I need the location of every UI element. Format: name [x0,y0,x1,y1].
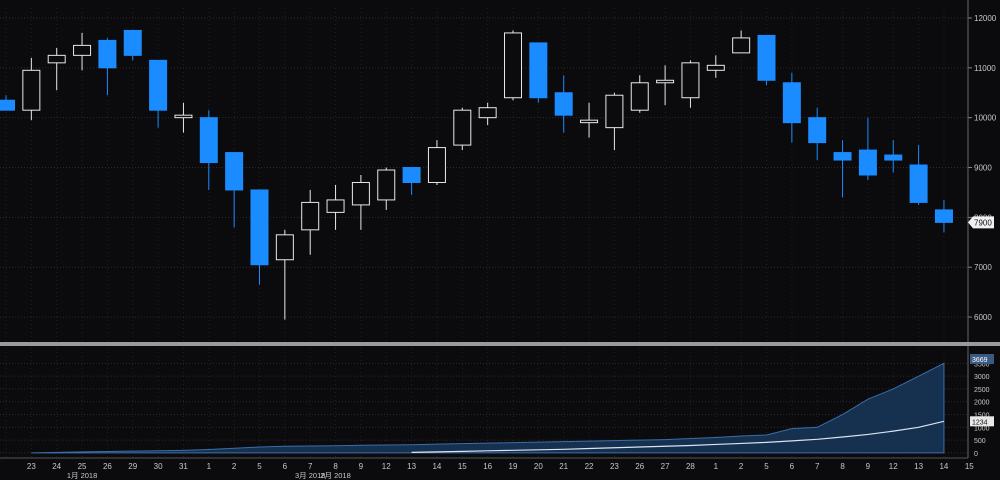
candle-body [858,149,877,176]
last-price-label: 7900 [974,218,992,227]
x-axis-tick-label: 7 [815,462,820,471]
price-axis-tick-label: 11000 [974,64,996,73]
price-axis-tick-label: 7000 [974,263,992,272]
x-axis-tick-label: 2 [232,462,237,471]
x-axis-tick-label: 2 [739,462,744,471]
x-axis-tick-label: 12 [889,462,898,471]
x-axis-tick-label: 7 [308,462,313,471]
candle-body [706,64,725,71]
x-axis-month-label: 1月 2018 [67,471,97,480]
candle-body [47,54,66,64]
candle-body [504,32,522,99]
volume-axis-tick-label: 2000 [974,400,990,407]
x-axis-tick-label: 16 [483,462,492,471]
x-axis-tick-label: 13 [407,462,416,471]
x-axis-tick-label: 14 [939,462,948,471]
candle-body [934,209,953,223]
x-axis-tick-label: 5 [257,462,262,471]
x-axis-tick-label: 26 [103,462,112,471]
candle-body [199,117,218,164]
x-axis-tick-label: 28 [686,462,695,471]
x-axis-tick-label: 9 [359,462,364,471]
x-axis-tick-label: 27 [661,462,670,471]
price-axis-tick-label: 10000 [974,114,997,123]
volume-axis-tick-label: 0 [974,451,978,458]
x-axis-tick-label: 19 [509,462,518,471]
candle-body [402,167,421,183]
volume-axis-tick-label: 3000 [974,374,990,381]
candle-body [605,94,624,129]
candle-body [377,169,396,201]
x-axis-tick-label: 13 [914,462,923,471]
volume-value-label: 1234 [972,419,988,426]
candle-body [174,114,193,119]
candle-body [22,69,41,111]
candle-body [681,62,700,99]
x-axis-tick-label: 15 [965,462,974,471]
candle-body [656,79,675,84]
candle-body [149,59,168,111]
candle-body [630,82,649,111]
candle-body [478,107,497,119]
candle-body [275,234,294,261]
x-axis-tick-label: 8 [840,462,845,471]
candle-body [833,152,852,161]
x-axis-tick-label: 30 [154,462,163,471]
volume-value-label: 3669 [972,357,988,364]
candle-body [757,34,776,81]
x-axis-tick-label: 9 [866,462,871,471]
x-axis-tick-label: 1 [207,462,212,471]
candle-body [250,189,269,266]
x-axis-tick-label: 6 [790,462,795,471]
x-axis-tick-label: 1 [714,462,719,471]
x-axis-tick-label: 25 [78,462,87,471]
volume-axis-tick-label: 1000 [974,425,990,432]
volume-axis-tick-label: 2500 [974,387,990,394]
x-axis-tick-label: 5 [764,462,769,471]
candle-body [782,82,801,124]
x-axis-tick-label: 14 [432,462,441,471]
price-volume-chart[interactable]: 6000700080009000100001100012000790005001… [0,0,1000,480]
candle-body [225,152,244,191]
candle-body [580,119,599,124]
x-axis-tick-label: 31 [179,462,188,471]
candle-body [98,39,117,69]
candle-body [909,164,928,203]
candle-body [554,92,573,116]
x-axis-tick-label: 15 [458,462,467,471]
price-axis-tick-label: 12000 [974,14,997,23]
x-axis-tick-label: 23 [610,462,619,471]
candle-body [326,199,345,213]
candle-body [808,117,827,144]
x-axis-tick-label: 23 [27,462,36,471]
price-panel [0,0,968,342]
x-axis-tick-label: 21 [559,462,568,471]
price-axis-tick-label: 6000 [974,313,992,322]
x-axis-tick-label: 24 [52,462,61,471]
x-axis-tick-label: 29 [128,462,137,471]
chart-window: ✛ 追蹤 ✎ 注释 ▤ 新闻 ⌕ 缩放 60007000800090001000… [0,0,1000,480]
candle-body [427,147,446,183]
panel-divider [0,342,1000,346]
candle-body [301,201,320,231]
x-axis-tick-label: 12 [382,462,391,471]
price-axis-tick-label: 9000 [974,164,992,173]
candle-body [732,37,751,54]
candle-body [351,181,370,206]
x-axis-tick-label: 6 [283,462,288,471]
x-axis-month-label: 3月 2018 [295,471,325,480]
x-axis-tick-label: 26 [635,462,644,471]
candle-body [73,44,92,56]
candle-body [529,42,548,99]
x-axis-tick-label: 8 [333,462,338,471]
volume-axis-tick-label: 500 [974,438,986,445]
candle-body [123,29,142,56]
x-axis-tick-label: 20 [534,462,543,471]
candle-body [884,154,903,161]
candle-body [453,109,472,146]
x-axis-tick-label: 22 [585,462,594,471]
candle-body [0,99,15,111]
